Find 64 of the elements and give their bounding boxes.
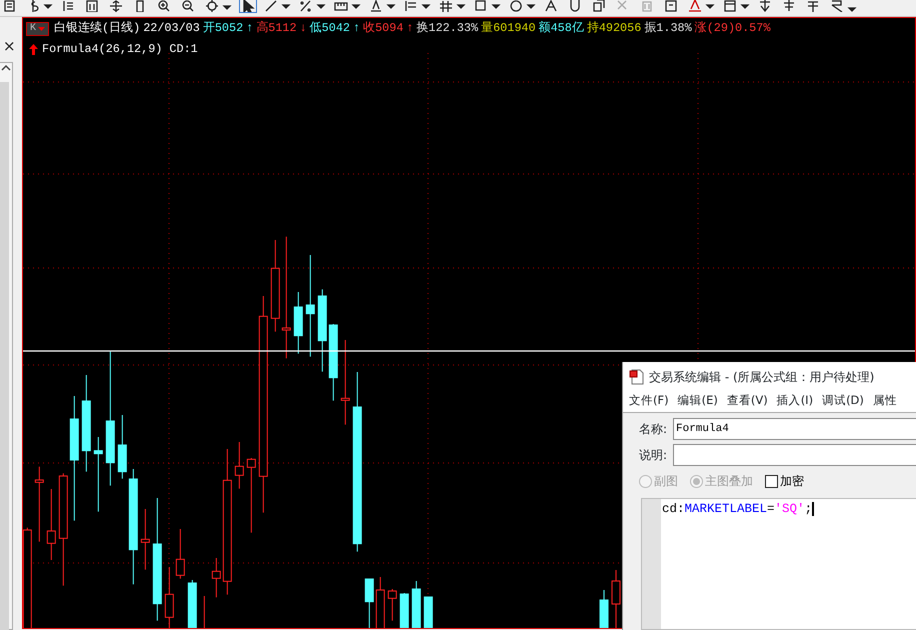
quote-value: 额458亿	[538, 20, 584, 37]
pointer-icon[interactable]	[240, 0, 256, 12]
falling-candle	[118, 414, 127, 480]
document-icon	[629, 369, 645, 385]
description-field[interactable]	[673, 444, 916, 466]
indicator-label: Formula4(26,12,9) CD:1	[42, 40, 198, 58]
rising-candle	[212, 558, 221, 598]
menu-item[interactable]: 插入(I)	[776, 392, 814, 412]
falling-candle	[364, 578, 374, 628]
falling-candle	[188, 580, 197, 628]
code-token: ;	[804, 502, 812, 516]
chevron-up-icon[interactable]	[0, 64, 12, 72]
menu-item[interactable]: 调试(D)	[822, 392, 864, 412]
menu-item[interactable]: 属性	[872, 392, 897, 412]
code-token: 'SQ'	[774, 502, 805, 516]
code-token: =	[767, 502, 775, 516]
ruler-icon[interactable]	[334, 0, 350, 12]
name-field[interactable]: Formula4	[673, 418, 916, 440]
field-label: 名称:	[639, 421, 668, 438]
falling-candle	[600, 590, 608, 628]
window-title: 交易系统编辑 - (所属公式组：用户待处理)	[649, 369, 874, 386]
code-token: MARKETLABEL	[684, 502, 768, 516]
rising-candle	[140, 508, 150, 570]
arrow-up-icon	[29, 44, 38, 56]
falling-candle	[400, 592, 409, 628]
quote-value: 收5094	[363, 20, 404, 37]
quote-value: 白银连续(日线)	[54, 20, 140, 37]
gear-icon[interactable]	[205, 0, 221, 12]
quote-value: 开5052	[202, 20, 244, 37]
option-label: 副图	[654, 473, 678, 490]
quote-value: ↑	[353, 20, 360, 37]
text-cursor	[812, 502, 814, 516]
falling-candle	[412, 580, 421, 628]
menu-item[interactable]: 查看(V)	[726, 392, 768, 412]
code-token: cd:	[662, 502, 685, 516]
close-icon[interactable]: ×	[0, 39, 22, 54]
rising-candle	[176, 528, 185, 580]
quote-value: 持492056	[586, 20, 642, 37]
quote-value: ↓	[300, 20, 307, 37]
grid-icon[interactable]	[439, 0, 455, 12]
font-color-icon[interactable]	[688, 0, 704, 12]
option-label: 加密	[780, 473, 804, 490]
quote-value: ↑	[246, 20, 254, 37]
quote-value: 22/03/03	[143, 20, 200, 37]
quote-value: 量601940	[481, 20, 536, 37]
rising-candle	[46, 488, 56, 560]
quote-value: 高5112	[256, 20, 297, 37]
checkbox[interactable]	[765, 474, 778, 488]
move-icon[interactable]	[109, 0, 125, 12]
menu-item[interactable]: 编辑(E)	[678, 392, 718, 412]
field-label: 说明:	[639, 447, 668, 464]
quote-value: ↑	[406, 20, 414, 37]
falling-candle	[424, 596, 433, 628]
quote-value: 振1.38%	[644, 20, 692, 37]
side-panel-scrollbar[interactable]	[0, 62, 13, 630]
menu-item[interactable]: 文件(F)	[629, 392, 669, 412]
quote-value: 涨(29)0.57%	[694, 20, 770, 37]
rising-candle	[234, 442, 244, 490]
quote-value: 换122.33%	[416, 20, 478, 37]
rising-candle	[388, 588, 397, 622]
period-button[interactable]: K	[26, 22, 50, 36]
falling-candle	[294, 292, 303, 354]
option-label: 主图叠加	[705, 473, 753, 490]
quote-value: 低5042	[310, 20, 350, 37]
